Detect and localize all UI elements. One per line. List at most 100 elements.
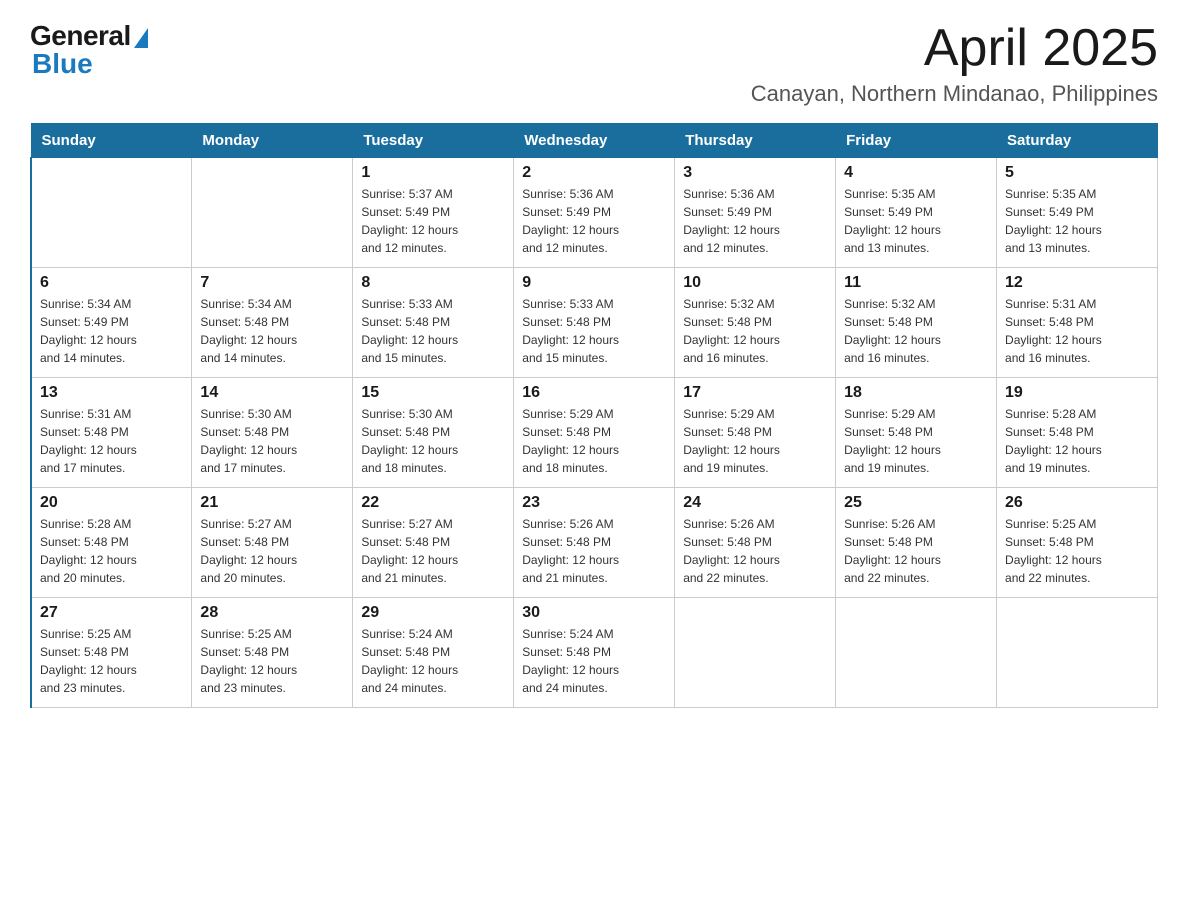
day-number: 15: [361, 384, 505, 402]
title-block: April 2025 Canayan, Northern Mindanao, P…: [751, 20, 1158, 107]
day-info: Sunrise: 5:35 AM Sunset: 5:49 PM Dayligh…: [1005, 185, 1149, 257]
calendar-weekday-header: Wednesday: [514, 124, 675, 158]
day-info: Sunrise: 5:30 AM Sunset: 5:48 PM Dayligh…: [200, 405, 344, 477]
day-number: 28: [200, 604, 344, 622]
day-info: Sunrise: 5:37 AM Sunset: 5:49 PM Dayligh…: [361, 185, 505, 257]
day-number: 22: [361, 494, 505, 512]
day-info: Sunrise: 5:26 AM Sunset: 5:48 PM Dayligh…: [844, 515, 988, 587]
day-info: Sunrise: 5:24 AM Sunset: 5:48 PM Dayligh…: [522, 625, 666, 697]
day-info: Sunrise: 5:25 AM Sunset: 5:48 PM Dayligh…: [1005, 515, 1149, 587]
calendar-day-cell: [997, 598, 1158, 708]
day-number: 27: [40, 604, 183, 622]
day-info: Sunrise: 5:28 AM Sunset: 5:48 PM Dayligh…: [1005, 405, 1149, 477]
calendar-day-cell: 29Sunrise: 5:24 AM Sunset: 5:48 PM Dayli…: [353, 598, 514, 708]
day-info: Sunrise: 5:32 AM Sunset: 5:48 PM Dayligh…: [844, 295, 988, 367]
calendar-day-cell: 4 Sunrise: 5:35 AM Sunset: 5:49 PM Daylig…: [836, 158, 997, 268]
day-number: 29: [361, 604, 505, 622]
day-info: Sunrise: 5:33 AM Sunset: 5:48 PM Dayligh…: [361, 295, 505, 367]
calendar-day-cell: 24 Sunrise: 5:26 AM Sunset: 5:48 PM Dayli…: [675, 488, 836, 598]
calendar-day-cell: 5 Sunrise: 5:35 AM Sunset: 5:49 PM Daylig…: [997, 158, 1158, 268]
calendar-day-cell: 7Sunrise: 5:34 AM Sunset: 5:48 PM Daylig…: [192, 268, 353, 378]
calendar-week-row: 1 Sunrise: 5:37 AM Sunset: 5:49 PM Daylig…: [31, 158, 1158, 268]
day-number: 19: [1005, 384, 1149, 402]
day-number: 24: [683, 494, 827, 512]
day-info: Sunrise: 5:36 AM Sunset: 5:49 PM Dayligh…: [683, 185, 827, 257]
calendar-day-cell: 25 Sunrise: 5:26 AM Sunset: 5:48 PM Dayli…: [836, 488, 997, 598]
calendar-day-cell: 18 Sunrise: 5:29 AM Sunset: 5:48 PM Dayli…: [836, 378, 997, 488]
calendar-weekday-header: Thursday: [675, 124, 836, 158]
calendar-day-cell: 12Sunrise: 5:31 AM Sunset: 5:48 PM Dayli…: [997, 268, 1158, 378]
calendar-day-cell: 8 Sunrise: 5:33 AM Sunset: 5:48 PM Daylig…: [353, 268, 514, 378]
day-number: 14: [200, 384, 344, 402]
calendar-day-cell: 23Sunrise: 5:26 AM Sunset: 5:48 PM Dayli…: [514, 488, 675, 598]
day-number: 16: [522, 384, 666, 402]
logo-blue-text: Blue: [30, 48, 93, 80]
month-title: April 2025: [751, 20, 1158, 77]
day-info: Sunrise: 5:31 AM Sunset: 5:48 PM Dayligh…: [1005, 295, 1149, 367]
calendar-body: 1 Sunrise: 5:37 AM Sunset: 5:49 PM Daylig…: [31, 158, 1158, 708]
day-number: 11: [844, 274, 988, 292]
day-info: Sunrise: 5:34 AM Sunset: 5:49 PM Dayligh…: [40, 295, 183, 367]
calendar-day-cell: 1 Sunrise: 5:37 AM Sunset: 5:49 PM Daylig…: [353, 158, 514, 268]
day-info: Sunrise: 5:35 AM Sunset: 5:49 PM Dayligh…: [844, 185, 988, 257]
calendar-day-cell: 20 Sunrise: 5:28 AM Sunset: 5:48 PM Dayli…: [31, 488, 192, 598]
day-info: Sunrise: 5:29 AM Sunset: 5:48 PM Dayligh…: [844, 405, 988, 477]
calendar-day-cell: 6 Sunrise: 5:34 AM Sunset: 5:49 PM Daylig…: [31, 268, 192, 378]
day-number: 25: [844, 494, 988, 512]
calendar-header-row: SundayMondayTuesdayWednesdayThursdayFrid…: [31, 124, 1158, 158]
day-number: 7: [200, 274, 344, 292]
calendar-week-row: 20 Sunrise: 5:28 AM Sunset: 5:48 PM Dayli…: [31, 488, 1158, 598]
calendar-day-cell: 30 Sunrise: 5:24 AM Sunset: 5:48 PM Dayli…: [514, 598, 675, 708]
calendar-day-cell: 14 Sunrise: 5:30 AM Sunset: 5:48 PM Dayli…: [192, 378, 353, 488]
day-number: 2: [522, 164, 666, 182]
day-number: 5: [1005, 164, 1149, 182]
calendar-day-cell: 16 Sunrise: 5:29 AM Sunset: 5:48 PM Dayli…: [514, 378, 675, 488]
calendar-weekday-header: Saturday: [997, 124, 1158, 158]
calendar-day-cell: 2 Sunrise: 5:36 AM Sunset: 5:49 PM Daylig…: [514, 158, 675, 268]
calendar-day-cell: 26Sunrise: 5:25 AM Sunset: 5:48 PM Dayli…: [997, 488, 1158, 598]
day-info: Sunrise: 5:29 AM Sunset: 5:48 PM Dayligh…: [683, 405, 827, 477]
day-info: Sunrise: 5:29 AM Sunset: 5:48 PM Dayligh…: [522, 405, 666, 477]
calendar-day-cell: 28 Sunrise: 5:25 AM Sunset: 5:48 PM Dayli…: [192, 598, 353, 708]
day-number: 1: [361, 164, 505, 182]
calendar-weekday-header: Tuesday: [353, 124, 514, 158]
day-number: 20: [40, 494, 183, 512]
day-number: 10: [683, 274, 827, 292]
calendar-day-cell: 13 Sunrise: 5:31 AM Sunset: 5:48 PM Dayli…: [31, 378, 192, 488]
calendar-week-row: 13 Sunrise: 5:31 AM Sunset: 5:48 PM Dayli…: [31, 378, 1158, 488]
day-info: Sunrise: 5:25 AM Sunset: 5:48 PM Dayligh…: [200, 625, 344, 697]
calendar-weekday-header: Monday: [192, 124, 353, 158]
calendar-day-cell: 3Sunrise: 5:36 AM Sunset: 5:49 PM Daylig…: [675, 158, 836, 268]
calendar-day-cell: 27 Sunrise: 5:25 AM Sunset: 5:48 PM Dayli…: [31, 598, 192, 708]
day-number: 17: [683, 384, 827, 402]
day-number: 4: [844, 164, 988, 182]
day-number: 30: [522, 604, 666, 622]
calendar-day-cell: 11 Sunrise: 5:32 AM Sunset: 5:48 PM Dayli…: [836, 268, 997, 378]
calendar-day-cell: 17 Sunrise: 5:29 AM Sunset: 5:48 PM Dayli…: [675, 378, 836, 488]
day-number: 8: [361, 274, 505, 292]
day-info: Sunrise: 5:26 AM Sunset: 5:48 PM Dayligh…: [683, 515, 827, 587]
day-number: 6: [40, 274, 183, 292]
calendar-day-cell: 9Sunrise: 5:33 AM Sunset: 5:48 PM Daylig…: [514, 268, 675, 378]
logo-triangle-icon: [134, 28, 148, 48]
day-info: Sunrise: 5:25 AM Sunset: 5:48 PM Dayligh…: [40, 625, 183, 697]
calendar-day-cell: 10Sunrise: 5:32 AM Sunset: 5:48 PM Dayli…: [675, 268, 836, 378]
calendar-weekday-header: Sunday: [31, 124, 192, 158]
page-header: General Blue April 2025 Canayan, Norther…: [30, 20, 1158, 107]
calendar-week-row: 27 Sunrise: 5:25 AM Sunset: 5:48 PM Dayli…: [31, 598, 1158, 708]
day-info: Sunrise: 5:33 AM Sunset: 5:48 PM Dayligh…: [522, 295, 666, 367]
day-info: Sunrise: 5:28 AM Sunset: 5:48 PM Dayligh…: [40, 515, 183, 587]
calendar-day-cell: 15 Sunrise: 5:30 AM Sunset: 5:48 PM Dayli…: [353, 378, 514, 488]
day-info: Sunrise: 5:26 AM Sunset: 5:48 PM Dayligh…: [522, 515, 666, 587]
day-info: Sunrise: 5:30 AM Sunset: 5:48 PM Dayligh…: [361, 405, 505, 477]
calendar-day-cell: 19 Sunrise: 5:28 AM Sunset: 5:48 PM Dayli…: [997, 378, 1158, 488]
location-title: Canayan, Northern Mindanao, Philippines: [751, 81, 1158, 107]
day-info: Sunrise: 5:27 AM Sunset: 5:48 PM Dayligh…: [361, 515, 505, 587]
calendar-week-row: 6 Sunrise: 5:34 AM Sunset: 5:49 PM Daylig…: [31, 268, 1158, 378]
day-number: 21: [200, 494, 344, 512]
day-number: 13: [40, 384, 183, 402]
day-info: Sunrise: 5:36 AM Sunset: 5:49 PM Dayligh…: [522, 185, 666, 257]
day-number: 18: [844, 384, 988, 402]
calendar-day-cell: [836, 598, 997, 708]
day-info: Sunrise: 5:31 AM Sunset: 5:48 PM Dayligh…: [40, 405, 183, 477]
